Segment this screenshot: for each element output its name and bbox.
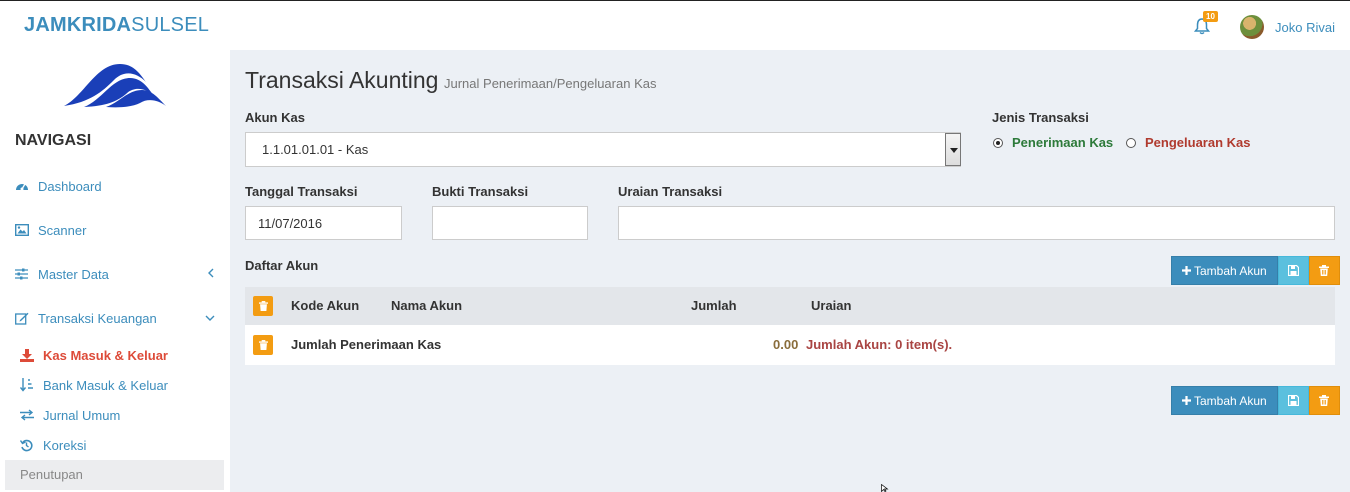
sidebar-item-label: Scanner (38, 222, 87, 238)
user-menu[interactable]: Joko Rivai (1240, 15, 1335, 39)
tambah-akun-button[interactable]: Tambah Akun (1171, 256, 1278, 285)
sidebar-subitem-label: Kas Masuk & Keluar (43, 347, 168, 363)
akun-kas-label: Akun Kas (245, 110, 305, 125)
sidebar-subitem-kas-masuk-keluar[interactable]: Kas Masuk & Keluar (20, 345, 168, 365)
sidebar-item-transaksi-keuangan[interactable]: Transaksi Keuangan (15, 308, 215, 328)
edit-icon (15, 312, 38, 325)
summary-label: Jumlah Penerimaan Kas (291, 337, 442, 352)
sliders-icon (15, 268, 38, 280)
notification-button[interactable]: 10 (1193, 11, 1218, 37)
main-content: Transaksi Akunting Jurnal Penerimaan/Pen… (230, 50, 1350, 492)
delete-all-button[interactable] (1308, 386, 1340, 415)
column-nama-akun: Nama Akun (391, 298, 463, 313)
account-actions-top: Tambah Akun (1171, 256, 1340, 285)
avatar (1240, 15, 1264, 39)
sort-icon (20, 378, 43, 392)
sidebar: NAVIGASI Dashboard Scanner Master Data T… (0, 50, 230, 492)
brand-rest: SULSEL (131, 14, 210, 36)
save-button[interactable] (1277, 386, 1309, 415)
radio-dot (993, 137, 1003, 148)
radio-label: Pengeluaran Kas (1145, 135, 1251, 150)
tanggal-transaksi-input[interactable]: 11/07/2016 (245, 206, 402, 240)
notification-badge: 10 (1203, 11, 1218, 22)
plus-icon (1182, 266, 1191, 275)
sidebar-item-master-data[interactable]: Master Data (15, 264, 215, 284)
summary-item-count: Jumlah Akun: 0 item(s). (806, 337, 953, 352)
uraian-transaksi-label: Uraian Transaksi (618, 184, 723, 199)
trash-icon (1319, 395, 1330, 406)
top-navbar: JAMKRIDASULSEL 10 Joko Rivai (0, 0, 1350, 50)
sidebar-subitem-label: Jurnal Umum (43, 407, 121, 423)
nav-title: NAVIGASI (15, 132, 92, 149)
table-row: Jumlah Penerimaan Kas 0.00 Jumlah Akun: … (245, 325, 1335, 365)
company-logo (64, 64, 166, 108)
sidebar-subitem-jurnal-umum[interactable]: Jurnal Umum (20, 405, 120, 425)
mouse-cursor-icon (881, 484, 889, 492)
chevron-down-icon (205, 310, 215, 325)
trash-icon (258, 301, 268, 311)
tambah-akun-button[interactable]: Tambah Akun (1171, 386, 1278, 415)
page-subtitle: Jurnal Penerimaan/Pengeluaran Kas (444, 76, 657, 91)
chevron-left-icon (207, 266, 215, 281)
image-icon (15, 224, 38, 236)
exchange-icon (20, 409, 43, 421)
delete-all-button[interactable] (1308, 256, 1340, 285)
user-name: Joko Rivai (1275, 19, 1335, 35)
save-icon (1287, 395, 1299, 406)
history-icon (20, 439, 43, 452)
sidebar-item-label: Dashboard (38, 178, 102, 194)
daftar-akun-title: Daftar Akun (245, 258, 319, 273)
brand-logo-text[interactable]: JAMKRIDASULSEL (24, 14, 209, 37)
save-icon (1287, 265, 1299, 276)
sidebar-item-dashboard[interactable]: Dashboard (15, 176, 215, 196)
radio-pengeluaran-kas[interactable]: Pengeluaran Kas (1126, 135, 1251, 150)
page-title: Transaksi Akunting (245, 67, 439, 93)
sidebar-subitem-label: Bank Masuk & Keluar (43, 377, 169, 393)
sidebar-subitem-label: Koreksi (43, 437, 87, 453)
dashboard-icon (15, 180, 38, 192)
plus-icon (1182, 396, 1191, 405)
radio-label: Penerimaan Kas (1012, 135, 1114, 150)
uraian-transaksi-input[interactable] (618, 206, 1335, 240)
radio-dot (1126, 137, 1136, 148)
download-icon (20, 348, 43, 362)
tambah-akun-label: Tambah Akun (1194, 393, 1267, 408)
tanggal-transaksi-label: Tanggal Transaksi (245, 184, 358, 199)
column-jumlah: Jumlah (691, 298, 737, 313)
trash-icon (258, 340, 268, 350)
sidebar-subitem-bank-masuk-keluar[interactable]: Bank Masuk & Keluar (20, 375, 168, 395)
header-delete-button[interactable] (253, 296, 273, 316)
jenis-transaksi-label: Jenis Transaksi (992, 110, 1089, 125)
bukti-transaksi-label: Bukti Transaksi (432, 184, 529, 199)
column-kode-akun: Kode Akun (291, 298, 360, 313)
row-delete-button[interactable] (253, 335, 273, 355)
sidebar-item-label: Master Data (38, 266, 109, 282)
radio-penerimaan-kas[interactable]: Penerimaan Kas (993, 135, 1113, 150)
column-uraian: Uraian (811, 298, 852, 313)
table-header: Kode Akun Nama Akun Jumlah Uraian (245, 287, 1335, 325)
sidebar-subitem-koreksi[interactable]: Koreksi (20, 435, 86, 455)
tambah-akun-label: Tambah Akun (1194, 263, 1267, 278)
select-dropdown-button[interactable] (945, 133, 961, 166)
sidebar-item-label: Transaksi Keuangan (38, 310, 157, 326)
trash-icon (1319, 265, 1330, 276)
akun-kas-select[interactable]: 1.1.01.01.01 - Kas (245, 132, 961, 167)
account-actions-bottom: Tambah Akun (1171, 386, 1340, 415)
summary-amount: 0.00 (773, 337, 799, 352)
brand-bold: JAMKRIDA (24, 14, 132, 36)
save-button[interactable] (1277, 256, 1309, 285)
sidebar-item-penutupan[interactable]: Penutupan (5, 460, 224, 490)
bukti-transaksi-input[interactable] (432, 206, 588, 240)
sidebar-item-scanner[interactable]: Scanner (15, 220, 215, 240)
